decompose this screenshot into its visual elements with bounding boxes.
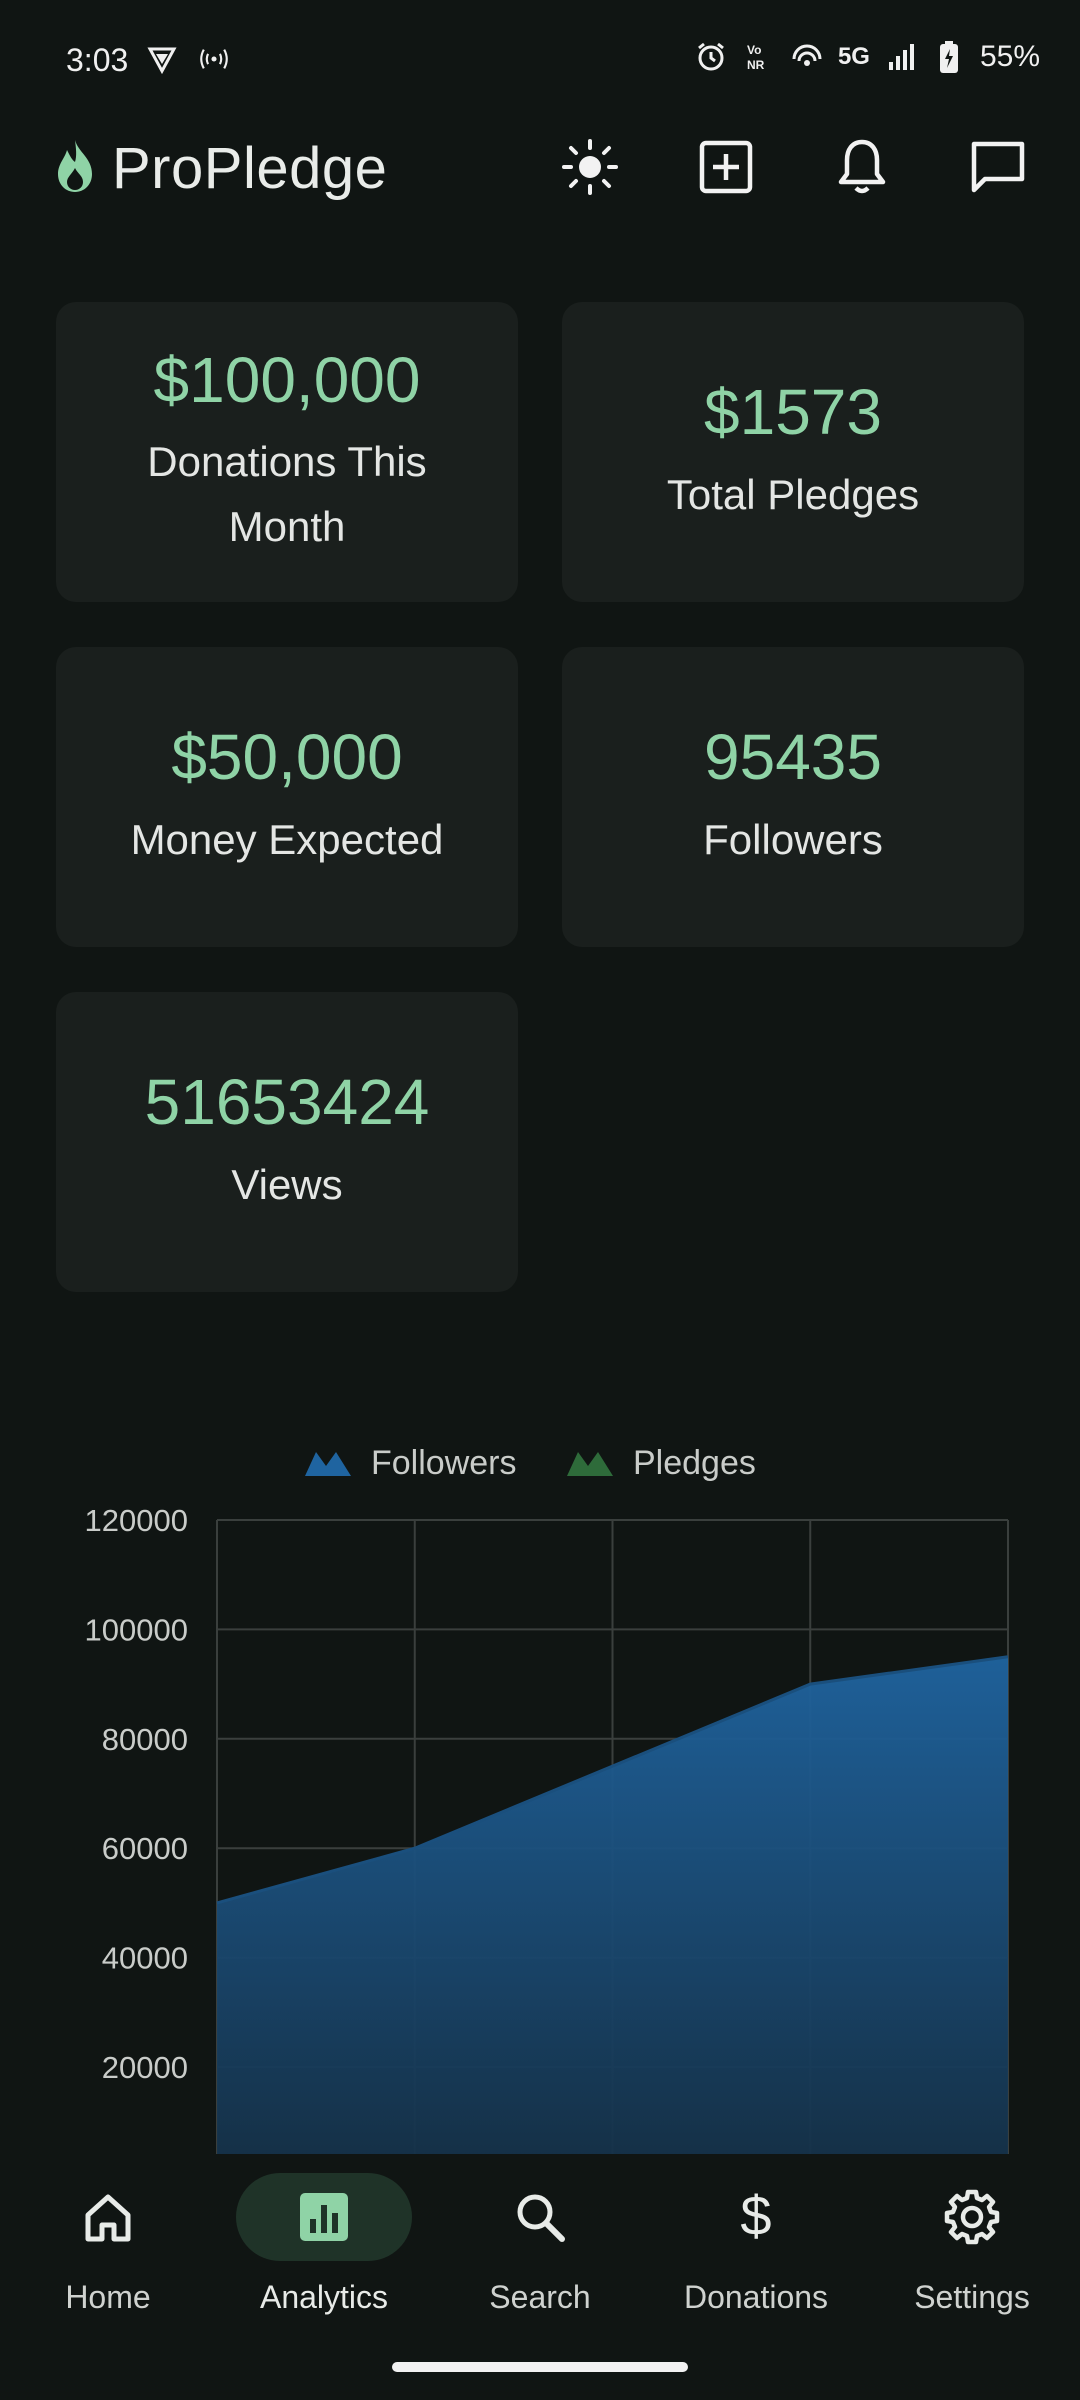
y-tick-label: 80000 bbox=[102, 1722, 188, 1757]
nav-item-home[interactable]: Home bbox=[8, 2173, 208, 2316]
stat-label: Total Pledges bbox=[666, 470, 920, 518]
signal-icon bbox=[884, 40, 918, 74]
stat-label: Views bbox=[231, 1160, 343, 1208]
y-tick-label: 60000 bbox=[102, 1831, 188, 1866]
nav-item-settings[interactable]: Settings bbox=[872, 2173, 1072, 2316]
alarm-icon bbox=[694, 40, 728, 74]
bell-icon bbox=[838, 139, 886, 194]
y-tick-label: 100000 bbox=[85, 1612, 188, 1647]
nav-label: Analytics bbox=[259, 2279, 389, 2315]
stat-value: 95435 bbox=[704, 721, 882, 794]
add-box-icon bbox=[699, 140, 753, 194]
sun-icon bbox=[562, 139, 618, 195]
area-chart: 120000 100000 80000 60000 40000 20000 Followe… bbox=[85, 1444, 1009, 2154]
stat-card-followers: 95435 Followers bbox=[562, 647, 1024, 947]
stat-label: Money Expected bbox=[130, 815, 444, 863]
legend-item: Pledges bbox=[567, 1444, 756, 1482]
nav-label: Donations bbox=[683, 2279, 829, 2315]
nav-label: Search bbox=[489, 2279, 591, 2315]
chat-icon bbox=[971, 141, 1025, 193]
stat-label: Followers bbox=[703, 815, 883, 863]
y-tick-label: 120000 bbox=[85, 1503, 188, 1538]
svg-text:Vo: Vo bbox=[747, 43, 761, 57]
legend-swatch bbox=[567, 1452, 613, 1476]
status-bar: 3:03 Vo NR 5G 55% bbox=[0, 0, 1080, 125]
nav-label: Settings bbox=[914, 2279, 1030, 2315]
dollar-icon: $ bbox=[740, 2187, 771, 2247]
nav-item-donations[interactable]: $ Donations bbox=[656, 2173, 856, 2316]
hotspot-icon bbox=[197, 42, 231, 76]
messages-button[interactable] bbox=[968, 136, 1028, 198]
network-type: 5G bbox=[837, 43, 870, 70]
stat-card-pledges: $1573 Total Pledges bbox=[562, 302, 1024, 602]
home-icon bbox=[85, 2194, 131, 2242]
home-indicator bbox=[392, 2362, 688, 2372]
app-title: ProPledge bbox=[112, 136, 388, 201]
app-logo: ProPledge bbox=[52, 135, 387, 202]
flame-icon bbox=[52, 138, 98, 199]
svg-text:$: $ bbox=[740, 2187, 771, 2247]
svg-text:NR: NR bbox=[747, 58, 765, 72]
stat-card-donations: $100,000 Donations This Month bbox=[56, 302, 518, 602]
stat-card-views: 51653424 Views bbox=[56, 992, 518, 1292]
add-button[interactable] bbox=[696, 136, 756, 198]
nav-item-analytics[interactable]: Analytics bbox=[224, 2173, 424, 2316]
vpn-icon bbox=[145, 42, 179, 76]
legend-label: Followers bbox=[371, 1444, 516, 1482]
wifi-calling-icon bbox=[790, 40, 824, 74]
legend-item: Followers bbox=[305, 1444, 516, 1482]
stat-value: 51653424 bbox=[144, 1066, 430, 1139]
theme-toggle-button[interactable] bbox=[560, 136, 620, 198]
legend-label: Pledges bbox=[633, 1444, 756, 1482]
y-tick-label: 40000 bbox=[102, 1941, 188, 1976]
battery-icon bbox=[932, 40, 966, 74]
stat-value: $1573 bbox=[704, 376, 882, 449]
stat-label: Donations This Month bbox=[147, 438, 427, 551]
analytics-icon bbox=[300, 2193, 348, 2241]
status-time: 3:03 bbox=[66, 42, 129, 78]
analytics-chart: 120000 100000 80000 60000 40000 20000 Followe… bbox=[0, 1420, 1080, 2160]
volte-icon: Vo NR bbox=[742, 40, 776, 74]
notifications-button[interactable] bbox=[832, 136, 892, 198]
y-tick-label: 20000 bbox=[102, 2050, 188, 2085]
legend-swatch bbox=[305, 1452, 351, 1476]
app-actions bbox=[560, 136, 1028, 198]
search-icon bbox=[517, 2194, 565, 2242]
settings-icon bbox=[944, 2189, 1000, 2245]
stat-value: $50,000 bbox=[171, 721, 403, 794]
nav-item-search[interactable]: Search bbox=[440, 2173, 640, 2316]
stat-card-expected: $50,000 Money Expected bbox=[56, 647, 518, 947]
stat-value: $100,000 bbox=[153, 343, 421, 416]
battery-level: 55% bbox=[979, 40, 1040, 73]
nav-label: Home bbox=[65, 2279, 151, 2315]
